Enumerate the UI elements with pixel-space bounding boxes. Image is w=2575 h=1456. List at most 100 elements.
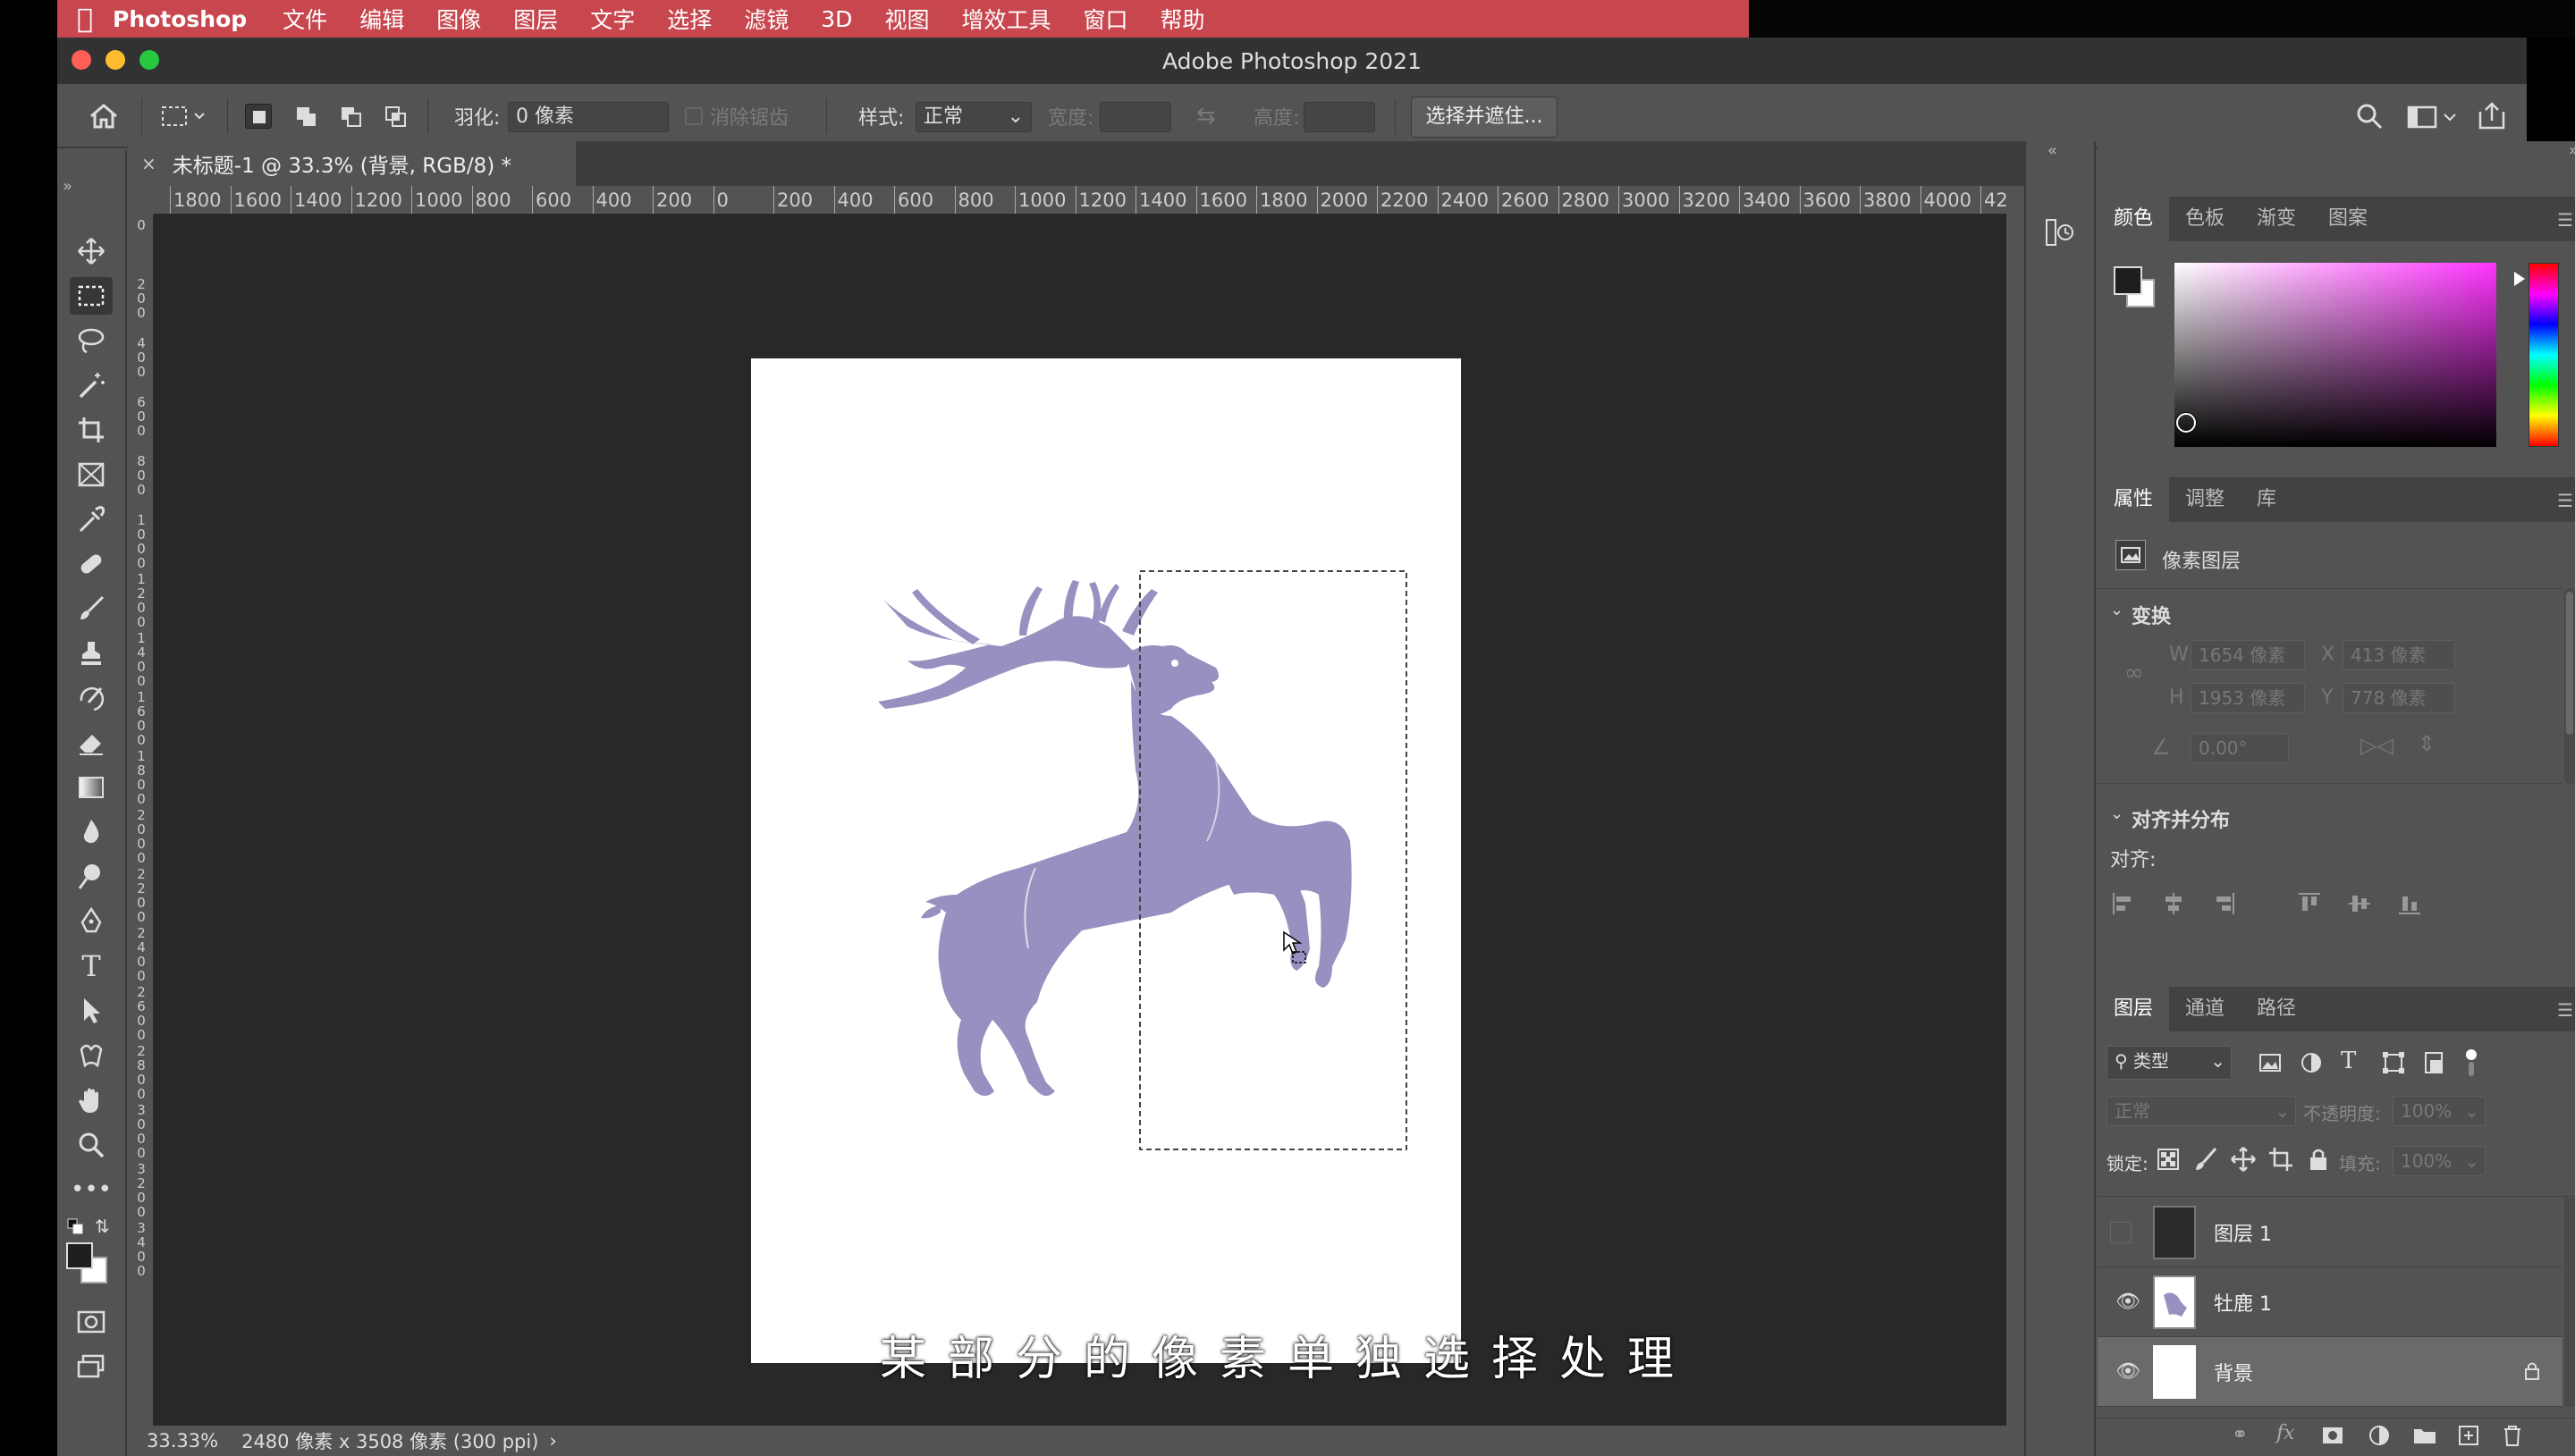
opacity-field[interactable]: 100% ⌄ [2393,1096,2486,1126]
height-field[interactable]: 1953 像素 [2191,683,2305,713]
menu-app-photoshop[interactable]: Photoshop [113,6,247,32]
brush-tool-icon[interactable] [70,590,113,627]
link-layers-icon[interactable]: ⚭ [2232,1424,2248,1446]
default-colors-icon[interactable] [66,1217,86,1235]
menu-view[interactable]: 视图 [884,3,929,35]
canvas-area[interactable] [154,215,2006,1426]
menu-plugins[interactable]: 增效工具 [961,3,1051,35]
align-left-edges-icon[interactable] [2110,890,2137,921]
tab-gradients[interactable]: 渐变 [2241,197,2312,241]
feather-input[interactable]: 0 像素 [508,102,669,132]
workspace-icon[interactable] [2407,84,2461,148]
hand-tool-icon[interactable] [70,1081,113,1119]
apple-icon[interactable]:  [57,4,113,35]
move-tool-icon[interactable] [70,232,113,270]
eye-icon[interactable]: 👁 [2115,1291,2140,1313]
menu-image[interactable]: 图像 [436,3,481,35]
menu-3d[interactable]: 3D [821,6,852,32]
swap-colors-icon[interactable]: ⇅ [95,1216,110,1237]
angle-field[interactable]: 0.00° [2191,733,2289,763]
color-picker-handle[interactable] [2176,413,2196,433]
add-to-selection-icon[interactable] [293,104,320,129]
subtract-selection-icon[interactable] [338,104,365,129]
flip-vertical-icon[interactable]: ⇕ [2418,731,2436,756]
lock-transparent-pixels-icon[interactable] [2155,1146,2182,1176]
lock-position-icon[interactable] [2230,1146,2257,1176]
panel-menu-icon[interactable]: ☰ [2557,999,2573,1021]
lasso-tool-icon[interactable] [70,322,113,359]
new-group-icon[interactable] [2412,1424,2437,1449]
zoom-level[interactable]: 33.33% [147,1430,218,1452]
width-field[interactable]: 1654 像素 [2191,640,2305,670]
filter-adjustment-icon[interactable] [2298,1049,2325,1080]
dodge-tool-icon[interactable] [70,858,113,896]
properties-scrollbar[interactable] [2564,588,2575,785]
tab-patterns[interactable]: 图案 [2312,197,2384,241]
tab-layers[interactable]: 图层 [2098,987,2170,1031]
select-and-mask-button[interactable]: 选择并遮住... [1411,97,1558,138]
status-menu-chevron-icon[interactable]: › [549,1430,556,1452]
menu-window[interactable]: 窗口 [1083,3,1127,35]
more-tools-icon[interactable]: ••• [70,1171,113,1208]
align-bottom-edges-icon[interactable] [2396,890,2423,921]
blend-mode-select[interactable]: 正常 ⌄ [2106,1096,2296,1126]
tab-properties[interactable]: 属性 [2098,477,2170,522]
new-layer-icon[interactable] [2457,1424,2480,1451]
filter-type-icon[interactable]: T [2341,1048,2356,1074]
menu-layer[interactable]: 图层 [513,3,558,35]
x-field[interactable]: 413 像素 [2343,640,2455,670]
frame-tool-icon[interactable] [70,456,113,493]
document-tab[interactable]: × 未标题-1 @ 33.3% (背景, RGB/8) * [129,141,576,186]
share-icon[interactable] [2477,84,2507,148]
magic-wand-tool-icon[interactable] [70,366,113,404]
swap-dimensions-icon[interactable]: ⇆ [1196,84,1216,148]
align-horizontal-centers-icon[interactable] [2160,890,2187,921]
pen-tool-icon[interactable] [70,903,113,940]
lock-artboard-icon[interactable] [2267,1146,2294,1176]
filter-toggle[interactable] [2464,1048,2478,1078]
layer-name[interactable]: 图层 1 [2214,1218,2272,1247]
home-icon[interactable] [88,84,120,148]
delete-layer-icon[interactable] [2502,1424,2523,1451]
add-mask-icon[interactable] [2321,1426,2344,1449]
menu-edit[interactable]: 编辑 [359,3,404,35]
height-input[interactable] [1304,102,1375,132]
tab-color[interactable]: 颜色 [2098,197,2170,241]
tab-paths[interactable]: 路径 [2241,987,2312,1031]
close-tab-icon[interactable]: × [141,153,156,174]
rectangular-marquee-tool-icon[interactable] [70,277,113,315]
history-panel-icon[interactable] [2044,216,2076,252]
align-top-edges-icon[interactable] [2296,890,2323,921]
panel-foreground-swatch[interactable] [2114,266,2142,295]
blur-tool-icon[interactable] [70,813,113,851]
align-right-edges-icon[interactable] [2210,890,2237,921]
link-dimensions-icon[interactable]: ∞ [2124,660,2144,686]
gradient-tool-icon[interactable] [70,769,113,806]
tab-swatches[interactable]: 色板 [2169,197,2241,241]
y-field[interactable]: 778 像素 [2343,683,2455,713]
scrollbar-thumb[interactable] [2566,592,2573,735]
menu-select[interactable]: 选择 [667,3,712,35]
visibility-toggle-off[interactable] [2110,1221,2132,1243]
crop-tool-icon[interactable] [70,411,113,449]
type-tool-icon[interactable]: T [70,947,113,985]
flip-horizontal-icon[interactable]: ▷◁ [2360,733,2393,758]
path-selection-tool-icon[interactable] [70,992,113,1030]
layer-name[interactable]: 牡鹿 1 [2214,1288,2272,1317]
adjustment-layer-icon[interactable] [2368,1424,2391,1451]
lock-image-pixels-icon[interactable] [2192,1146,2219,1176]
layer-row[interactable]: 图层 1 [2098,1198,2562,1267]
width-input[interactable] [1100,102,1171,132]
search-icon[interactable] [2355,84,2384,148]
filter-shape-icon[interactable] [2380,1049,2407,1080]
eyedropper-tool-icon[interactable] [70,501,113,538]
marquee-preset-icon[interactable] [159,84,209,148]
menu-file[interactable]: 文件 [283,3,327,35]
custom-shape-tool-icon[interactable] [70,1037,113,1074]
filter-smart-object-icon[interactable] [2421,1049,2448,1080]
chevron-down-icon[interactable]: ⌄ [2110,804,2123,823]
fill-field[interactable]: 100% ⌄ [2393,1146,2486,1176]
menu-help[interactable]: 帮助 [1160,3,1204,35]
style-select[interactable]: 正常 ⌄ [916,102,1032,132]
document-canvas[interactable] [751,358,1461,1363]
